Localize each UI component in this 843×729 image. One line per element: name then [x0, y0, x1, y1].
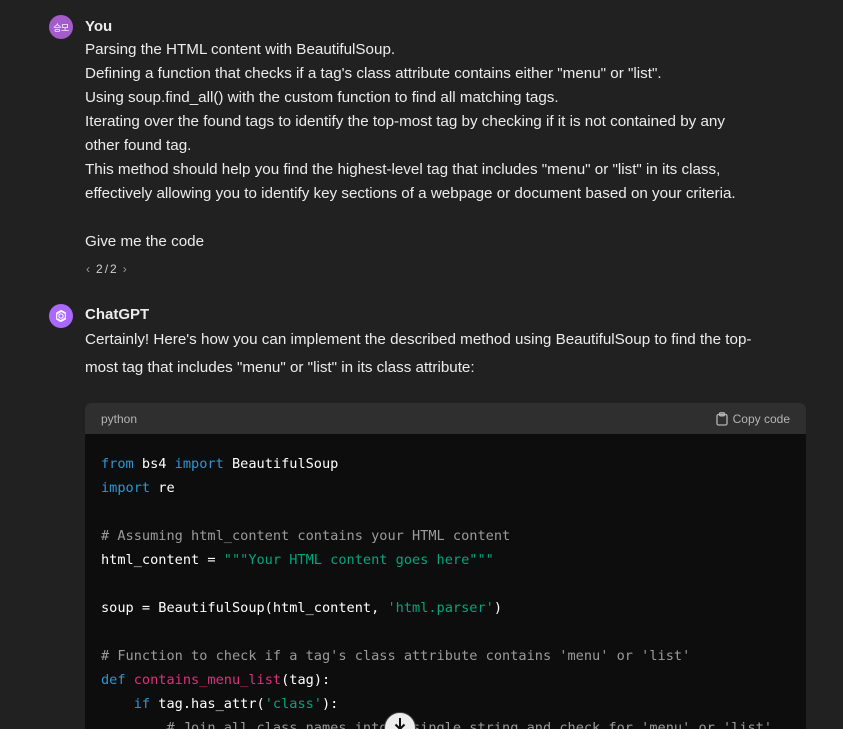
code-token: tag.has_attr(: [150, 696, 265, 712]
pager-separator: /: [104, 262, 109, 276]
user-message-line: Using soup.find_all() with the custom fu…: [85, 89, 559, 106]
user-message-line: Parsing the HTML content with BeautifulS…: [85, 41, 396, 58]
code-line: html_content = """Your HTML content goes…: [101, 548, 806, 572]
chat-conversation: 승모 You Parsing the HTML content with Bea…: [0, 0, 843, 729]
code-token: 'class': [264, 696, 322, 712]
code-line: # Assuming html_content contains your HT…: [101, 524, 806, 548]
code-token: contains_menu_list: [133, 672, 282, 688]
code-token: BeautifulSoup: [223, 456, 339, 472]
code-token: # Function to check if a tag's class att…: [101, 648, 691, 664]
copy-code-label: Copy code: [732, 411, 790, 426]
pager-total: 2: [110, 262, 117, 276]
code-token: ): [493, 600, 503, 616]
user-message-line: Iterating over the found tags to identif…: [85, 113, 725, 130]
user-message-line: effectively allowing you to identify key…: [85, 185, 736, 202]
code-token: # Assuming html_content contains your HT…: [101, 528, 511, 544]
copy-code-button[interactable]: Copy code: [715, 411, 790, 426]
code-token: if: [133, 696, 151, 712]
code-token: re: [150, 480, 175, 496]
code-line: soup = BeautifulSoup(html_content, 'html…: [101, 596, 806, 620]
code-token: # Join all class names into a single str…: [166, 720, 773, 729]
code-line: from bs4 import BeautifulSoup: [101, 452, 806, 476]
code-token: 'html.parser': [387, 600, 494, 616]
assistant-message-line: Certainly! Here's how you can implement …: [85, 331, 752, 348]
clipboard-icon: [715, 411, 728, 426]
pager-current: 2: [96, 262, 103, 276]
user-message-line: other found tag.: [85, 137, 192, 154]
code-token: """Your HTML content goes here""": [223, 552, 494, 568]
code-line: import re: [101, 476, 806, 500]
code-token: html_content =: [101, 552, 224, 568]
assistant-author-name: ChatGPT: [85, 306, 150, 323]
chevron-right-icon[interactable]: ›: [123, 262, 127, 276]
user-message-line: Give me the code: [85, 233, 205, 250]
user-avatar: 승모: [49, 15, 73, 39]
chevron-left-icon[interactable]: ‹: [86, 262, 90, 276]
code-block: python Copy code from bs4 import Beautif…: [85, 403, 806, 729]
code-token: def: [101, 672, 126, 688]
code-token: (tag):: [281, 672, 331, 688]
code-line: if tag.has_attr('class'):: [101, 692, 806, 716]
openai-logo-icon: [55, 309, 67, 323]
code-line: # Function to check if a tag's class att…: [101, 644, 806, 668]
code-line: # Join all class names into a single str…: [101, 716, 806, 729]
assistant-message-line: most tag that includes "menu" or "list" …: [85, 359, 475, 376]
code-language-label: python: [101, 411, 138, 426]
user-message-line: Defining a function that checks if a tag…: [85, 65, 662, 82]
code-token: bs4: [133, 456, 175, 472]
code-token: soup = BeautifulSoup(html_content,: [101, 600, 388, 616]
user-author-name: You: [85, 18, 113, 35]
code-content: from bs4 import BeautifulSoup import re # …: [85, 434, 806, 729]
arrow-down-icon: [394, 718, 406, 729]
code-token: import: [101, 480, 151, 496]
assistant-avatar: [49, 304, 73, 328]
code-line: def contains_menu_list(tag):: [101, 668, 806, 692]
code-token: from: [101, 456, 134, 472]
response-pager: ‹ 2/2 ›: [86, 262, 127, 276]
code-block-header: python Copy code: [85, 403, 806, 434]
code-token: ):: [322, 696, 339, 712]
user-avatar-text: 승모: [53, 23, 69, 34]
user-message-line: This method should help you find the hig…: [85, 161, 721, 178]
code-token: import: [174, 456, 224, 472]
